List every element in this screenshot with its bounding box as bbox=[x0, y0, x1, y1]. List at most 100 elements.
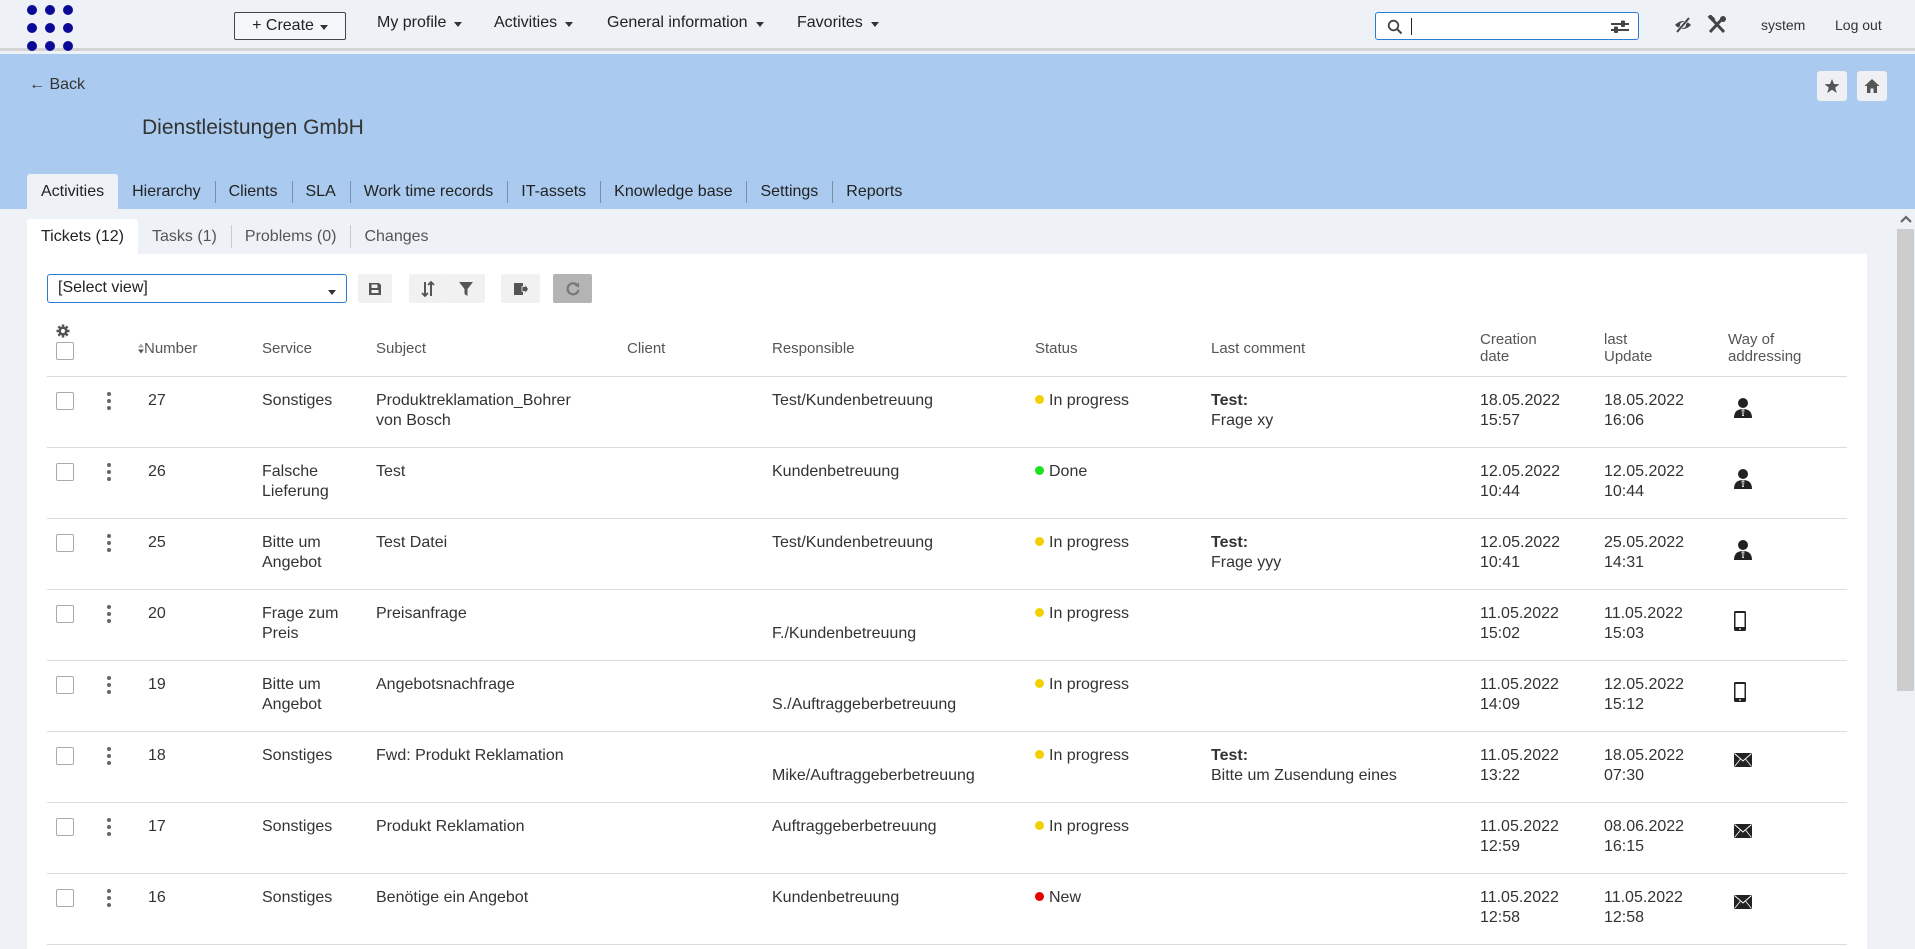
tab-sla[interactable]: SLA bbox=[291, 174, 350, 209]
ticket-number[interactable]: 18 bbox=[148, 746, 166, 766]
column-header-way-of-addressing[interactable]: Way of addressing bbox=[1728, 331, 1801, 365]
tools-icon[interactable] bbox=[1707, 15, 1727, 35]
column-header-last-update[interactable]: last Update bbox=[1604, 331, 1652, 365]
create-button[interactable]: + Create bbox=[234, 12, 346, 40]
app-logo-icon[interactable] bbox=[27, 2, 75, 51]
row-checkbox[interactable] bbox=[56, 534, 74, 552]
ticket-subject[interactable]: Produktreklamation_Bohrer von Bosch bbox=[376, 391, 616, 431]
text-line: Preisanfrage bbox=[376, 605, 467, 622]
table-row[interactable]: 18 Sonstiges Fwd: Produkt Reklamation Mi… bbox=[47, 732, 1847, 803]
row-checkbox[interactable] bbox=[56, 392, 74, 410]
home-button[interactable] bbox=[1857, 71, 1887, 101]
ticket-subject[interactable]: Preisanfrage bbox=[376, 604, 616, 624]
ticket-subject[interactable]: Test bbox=[376, 462, 616, 482]
tab-hierarchy[interactable]: Hierarchy bbox=[118, 174, 214, 209]
column-header-status[interactable]: Status bbox=[1035, 340, 1078, 357]
row-checkbox[interactable] bbox=[56, 676, 74, 694]
menu-general-information[interactable]: General information bbox=[607, 14, 764, 32]
back-link[interactable]: ← Back bbox=[29, 76, 85, 94]
ticket-subject[interactable]: Fwd: Produkt Reklamation bbox=[376, 746, 616, 766]
tab-settings[interactable]: Settings bbox=[746, 174, 832, 209]
text-line: von Bosch bbox=[376, 412, 451, 429]
table-row[interactable]: 20 Frage zum Preis Preisanfrage F./Kunden… bbox=[47, 590, 1847, 661]
filter-sliders-icon[interactable] bbox=[1610, 20, 1630, 34]
column-header-service[interactable]: Service bbox=[262, 340, 312, 357]
view-select[interactable]: [Select view] bbox=[47, 274, 347, 303]
page-scrollbar[interactable] bbox=[1896, 209, 1915, 949]
sort-button[interactable] bbox=[409, 274, 447, 303]
tab-clients[interactable]: Clients bbox=[214, 174, 292, 209]
subtab-changes[interactable]: Changes bbox=[350, 219, 442, 254]
table-row[interactable]: 26 Falsche Lieferung Test Kundenbetreuung… bbox=[47, 448, 1847, 519]
favorite-button[interactable] bbox=[1817, 71, 1847, 101]
tab-it-assets[interactable]: IT-assets bbox=[507, 174, 600, 209]
table-row[interactable]: 27 Sonstiges Produktreklamation_Bohrer vo… bbox=[47, 377, 1847, 448]
filter-icon bbox=[459, 281, 473, 296]
subtab-problems[interactable]: Problems (0) bbox=[230, 219, 351, 254]
comment-text: Frage xy bbox=[1211, 412, 1274, 429]
ticket-number[interactable]: 27 bbox=[148, 391, 166, 411]
row-actions-kebab-icon[interactable] bbox=[104, 391, 114, 411]
chevron-down-icon bbox=[755, 22, 764, 27]
ticket-subject[interactable]: Angebotsnachfrage bbox=[376, 675, 616, 695]
ticket-number[interactable]: 25 bbox=[148, 533, 166, 553]
tab-knowledge-base[interactable]: Knowledge base bbox=[600, 174, 746, 209]
date: 11.05.2022 bbox=[1480, 605, 1559, 622]
row-checkbox[interactable] bbox=[56, 747, 74, 765]
row-checkbox[interactable] bbox=[56, 463, 74, 481]
row-actions-kebab-icon[interactable] bbox=[104, 675, 114, 695]
tab-activities[interactable]: Activities bbox=[27, 174, 119, 209]
table-row[interactable]: 16 Sonstiges Benötige ein Angebot Kunden… bbox=[47, 874, 1847, 945]
date: 11.05.2022 bbox=[1480, 818, 1559, 835]
row-actions-kebab-icon[interactable] bbox=[104, 888, 114, 908]
ticket-subject[interactable]: Produkt Reklamation bbox=[376, 817, 616, 837]
ticket-number[interactable]: 26 bbox=[148, 462, 166, 482]
row-checkbox[interactable] bbox=[56, 818, 74, 836]
row-actions-kebab-icon[interactable] bbox=[104, 533, 114, 553]
ticket-number[interactable]: 20 bbox=[148, 604, 166, 624]
search-input[interactable] bbox=[1411, 16, 1591, 36]
refresh-button[interactable] bbox=[553, 274, 592, 303]
tab-reports[interactable]: Reports bbox=[832, 174, 916, 209]
filter-button[interactable] bbox=[447, 274, 485, 303]
menu-favorites[interactable]: Favorites bbox=[797, 14, 879, 32]
column-header-number[interactable]: Number bbox=[138, 340, 197, 357]
ticket-subject[interactable]: Benötige ein Angebot bbox=[376, 888, 616, 908]
row-actions-kebab-icon[interactable] bbox=[104, 746, 114, 766]
logout-link[interactable]: Log out bbox=[1835, 17, 1882, 33]
status-label: In progress bbox=[1049, 605, 1130, 622]
scrollbar-thumb[interactable] bbox=[1897, 229, 1914, 691]
row-actions-kebab-icon[interactable] bbox=[104, 462, 114, 482]
current-user-link[interactable]: system bbox=[1761, 17, 1805, 33]
subtab-tasks[interactable]: Tasks (1) bbox=[138, 219, 231, 254]
column-settings-gear-icon[interactable] bbox=[56, 324, 70, 338]
table-row[interactable]: 25 Bitte um Angebot Test Datei Test/Kunde… bbox=[47, 519, 1847, 590]
ticket-creation-date: 11.05.2022 15:02 bbox=[1480, 604, 1559, 644]
ticket-number[interactable]: 16 bbox=[148, 888, 166, 908]
eye-slash-icon[interactable] bbox=[1673, 15, 1693, 35]
tab-work-time-records[interactable]: Work time records bbox=[349, 174, 508, 209]
ticket-number[interactable]: 17 bbox=[148, 817, 166, 837]
column-header-responsible[interactable]: Responsible bbox=[772, 340, 855, 357]
column-header-client[interactable]: Client bbox=[627, 340, 665, 357]
column-header-subject[interactable]: Subject bbox=[376, 340, 426, 357]
row-checkbox[interactable] bbox=[56, 605, 74, 623]
export-button[interactable] bbox=[501, 274, 540, 303]
ticket-number[interactable]: 19 bbox=[148, 675, 166, 695]
menu-activities[interactable]: Activities bbox=[494, 14, 574, 32]
subtab-tickets[interactable]: Tickets (12) bbox=[27, 219, 138, 254]
column-header-last-comment[interactable]: Last comment bbox=[1211, 340, 1305, 357]
menu-my-profile[interactable]: My profile bbox=[377, 14, 463, 32]
row-actions-kebab-icon[interactable] bbox=[104, 817, 114, 837]
save-view-button[interactable] bbox=[358, 274, 392, 303]
scroll-up-button[interactable] bbox=[1896, 209, 1915, 228]
table-row[interactable]: 17 Sonstiges Produkt Reklamation Auftrag… bbox=[47, 803, 1847, 874]
row-actions-kebab-icon[interactable] bbox=[104, 604, 114, 624]
ticket-subject[interactable]: Test Datei bbox=[376, 533, 616, 553]
row-checkbox[interactable] bbox=[56, 889, 74, 907]
column-header-creation-date[interactable]: Creation date bbox=[1480, 331, 1537, 365]
table-row[interactable]: 19 Bitte um Angebot Angebotsnachfrage S./… bbox=[47, 661, 1847, 732]
menu-label: General information bbox=[607, 14, 748, 31]
date: 18.05.2022 bbox=[1480, 392, 1561, 409]
select-all-checkbox[interactable] bbox=[56, 342, 74, 360]
